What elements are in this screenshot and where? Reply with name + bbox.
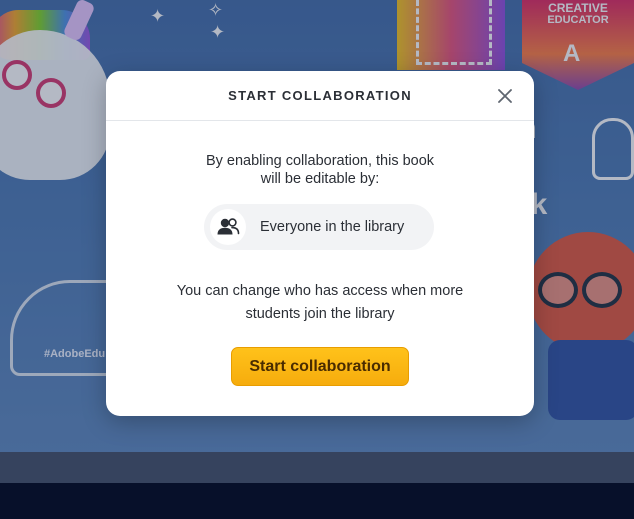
dialog-header: START COLLABORATION — [106, 71, 534, 121]
start-collaboration-button[interactable]: Start collaboration — [231, 347, 409, 386]
audience-selector: Everyone in the library — [204, 204, 434, 250]
dialog-title: START COLLABORATION — [228, 88, 412, 103]
note-line: You can change who has access when more — [176, 283, 464, 299]
description-line: will be editable by: — [260, 171, 380, 187]
access-note: You can change who has access when more … — [136, 280, 504, 326]
close-icon[interactable] — [496, 87, 514, 105]
dialog-description: By enabling collaboration, this book wil… — [136, 152, 504, 188]
start-collaboration-dialog: START COLLABORATION By enabling collabor… — [106, 71, 534, 416]
description-line: By enabling collaboration, this book — [205, 153, 435, 169]
note-line: students join the library — [245, 306, 395, 322]
group-icon — [210, 209, 246, 245]
audience-label: Everyone in the library — [260, 219, 405, 235]
page-footer — [0, 483, 634, 519]
